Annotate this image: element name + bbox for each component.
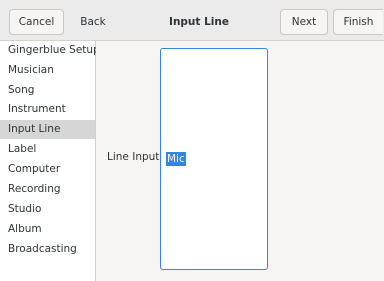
sidebar: Gingerblue Setup Musician Song Instrumen… <box>0 41 100 281</box>
sidebar-item-label[interactable]: Label <box>0 140 95 159</box>
sidebar-item-album[interactable]: Album <box>0 220 95 239</box>
sidebar-item-recording[interactable]: Recording <box>0 180 95 199</box>
line-input-textarea[interactable]: Mic <box>160 48 268 270</box>
cancel-button[interactable]: Cancel <box>9 9 64 35</box>
window-title: Input Line <box>169 16 229 28</box>
sidebar-item-broadcasting[interactable]: Broadcasting <box>0 240 95 259</box>
main-content: Line Input: Mic <box>96 41 384 281</box>
sidebar-item-studio[interactable]: Studio <box>0 200 95 219</box>
sidebar-item-musician[interactable]: Musician <box>0 61 95 80</box>
back-button[interactable]: Back <box>70 9 116 35</box>
finish-button[interactable]: Finish <box>333 9 383 35</box>
line-input-label: Line Input: <box>107 151 163 163</box>
sidebar-item-gingerblue-setup[interactable]: Gingerblue Setup <box>0 41 100 60</box>
header-bar: Cancel Back Input Line Next Finish <box>0 0 384 41</box>
line-input-selected-text[interactable]: Mic <box>166 152 186 166</box>
sidebar-item-input-line[interactable]: Input Line <box>0 120 95 139</box>
app-window: Cancel Back Input Line Next Finish Ginge… <box>0 0 384 281</box>
sidebar-item-song[interactable]: Song <box>0 81 95 100</box>
next-button[interactable]: Next <box>280 9 328 35</box>
sidebar-item-instrument[interactable]: Instrument <box>0 100 95 119</box>
sidebar-item-computer[interactable]: Computer <box>0 160 95 179</box>
